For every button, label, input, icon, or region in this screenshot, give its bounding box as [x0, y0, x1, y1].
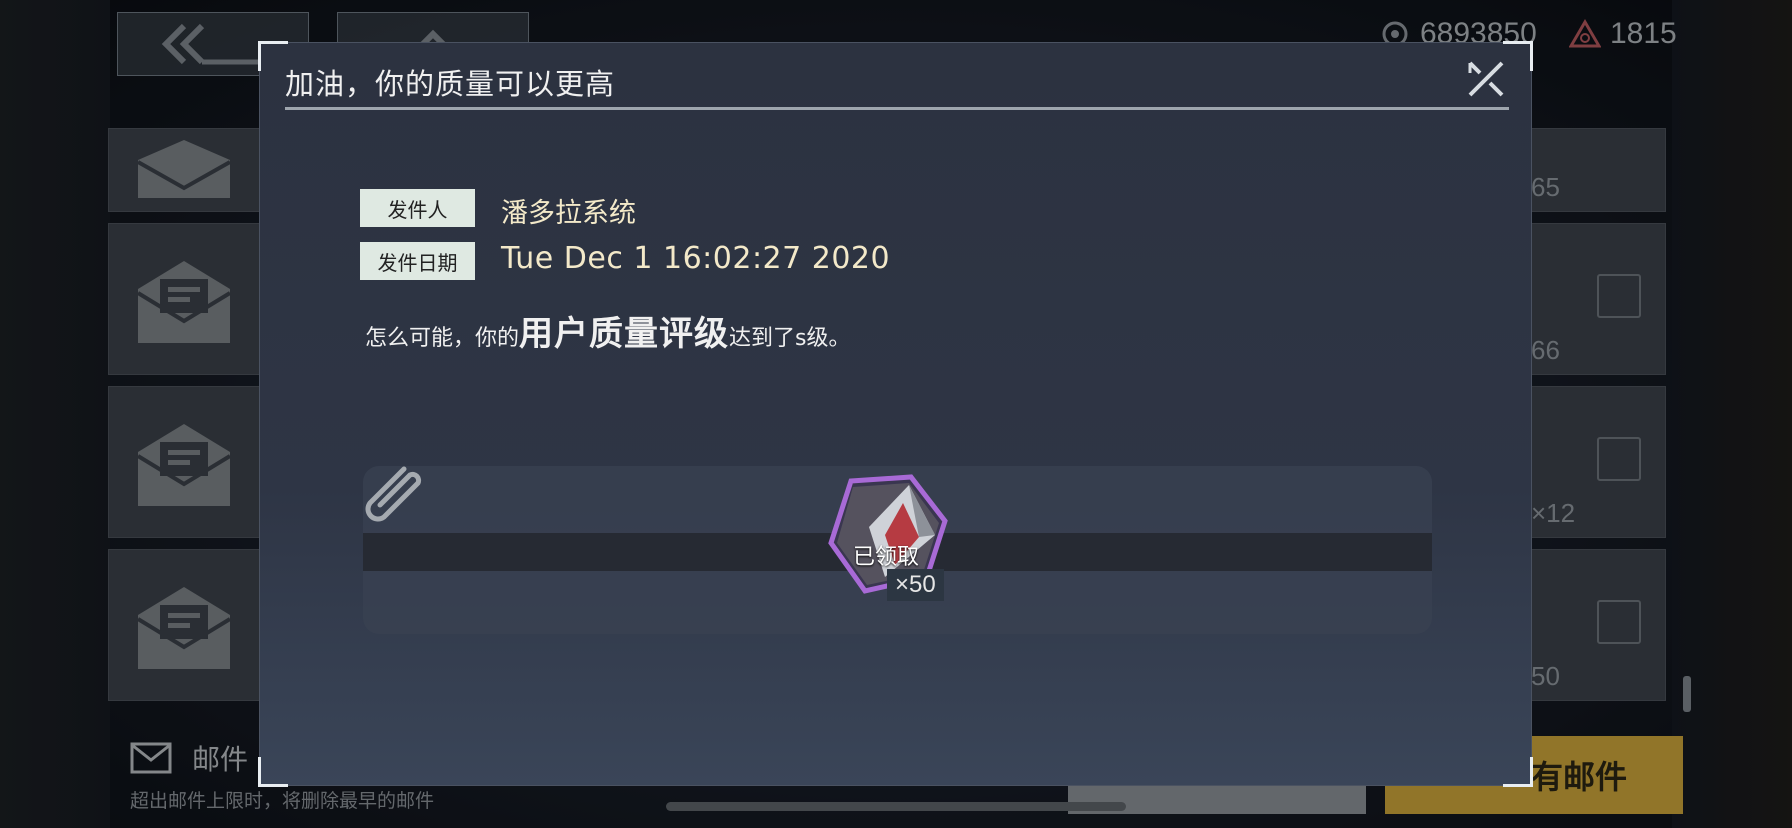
title-divider: [285, 107, 1509, 110]
reward-item[interactable]: 已领取 ×50: [823, 473, 963, 613]
frame-corner: [258, 757, 288, 787]
body-text-pre: 怎么可能，你的: [365, 326, 520, 351]
date-value: Tue Dec 1 16:02:27 2020: [501, 241, 891, 276]
frame-corner: [1503, 757, 1533, 787]
mail-detail-dialog: 加油，你的质量可以更高 发件人 潘多拉系统 发件日期 Tue Dec 1 16:…: [258, 41, 1533, 787]
reward-status: 已领取: [852, 545, 919, 570]
mail-body: 怎么可能，你的用户质量评级达到了s级。: [365, 306, 850, 355]
close-button[interactable]: [1464, 57, 1508, 101]
body-text-emphasis: 用户质量评级: [519, 314, 730, 354]
sender-value: 潘多拉系统: [501, 198, 636, 229]
body-text-post: 达到了s级。: [729, 326, 851, 351]
date-label: 发件日期: [360, 242, 475, 280]
close-icon: [1468, 61, 1504, 97]
frame-corner: [258, 41, 288, 71]
dialog-title: 加油，你的质量可以更高: [285, 67, 616, 101]
paperclip-icon: [356, 461, 428, 533]
reward-quantity: ×50: [887, 569, 944, 601]
sender-label: 发件人: [360, 189, 475, 227]
